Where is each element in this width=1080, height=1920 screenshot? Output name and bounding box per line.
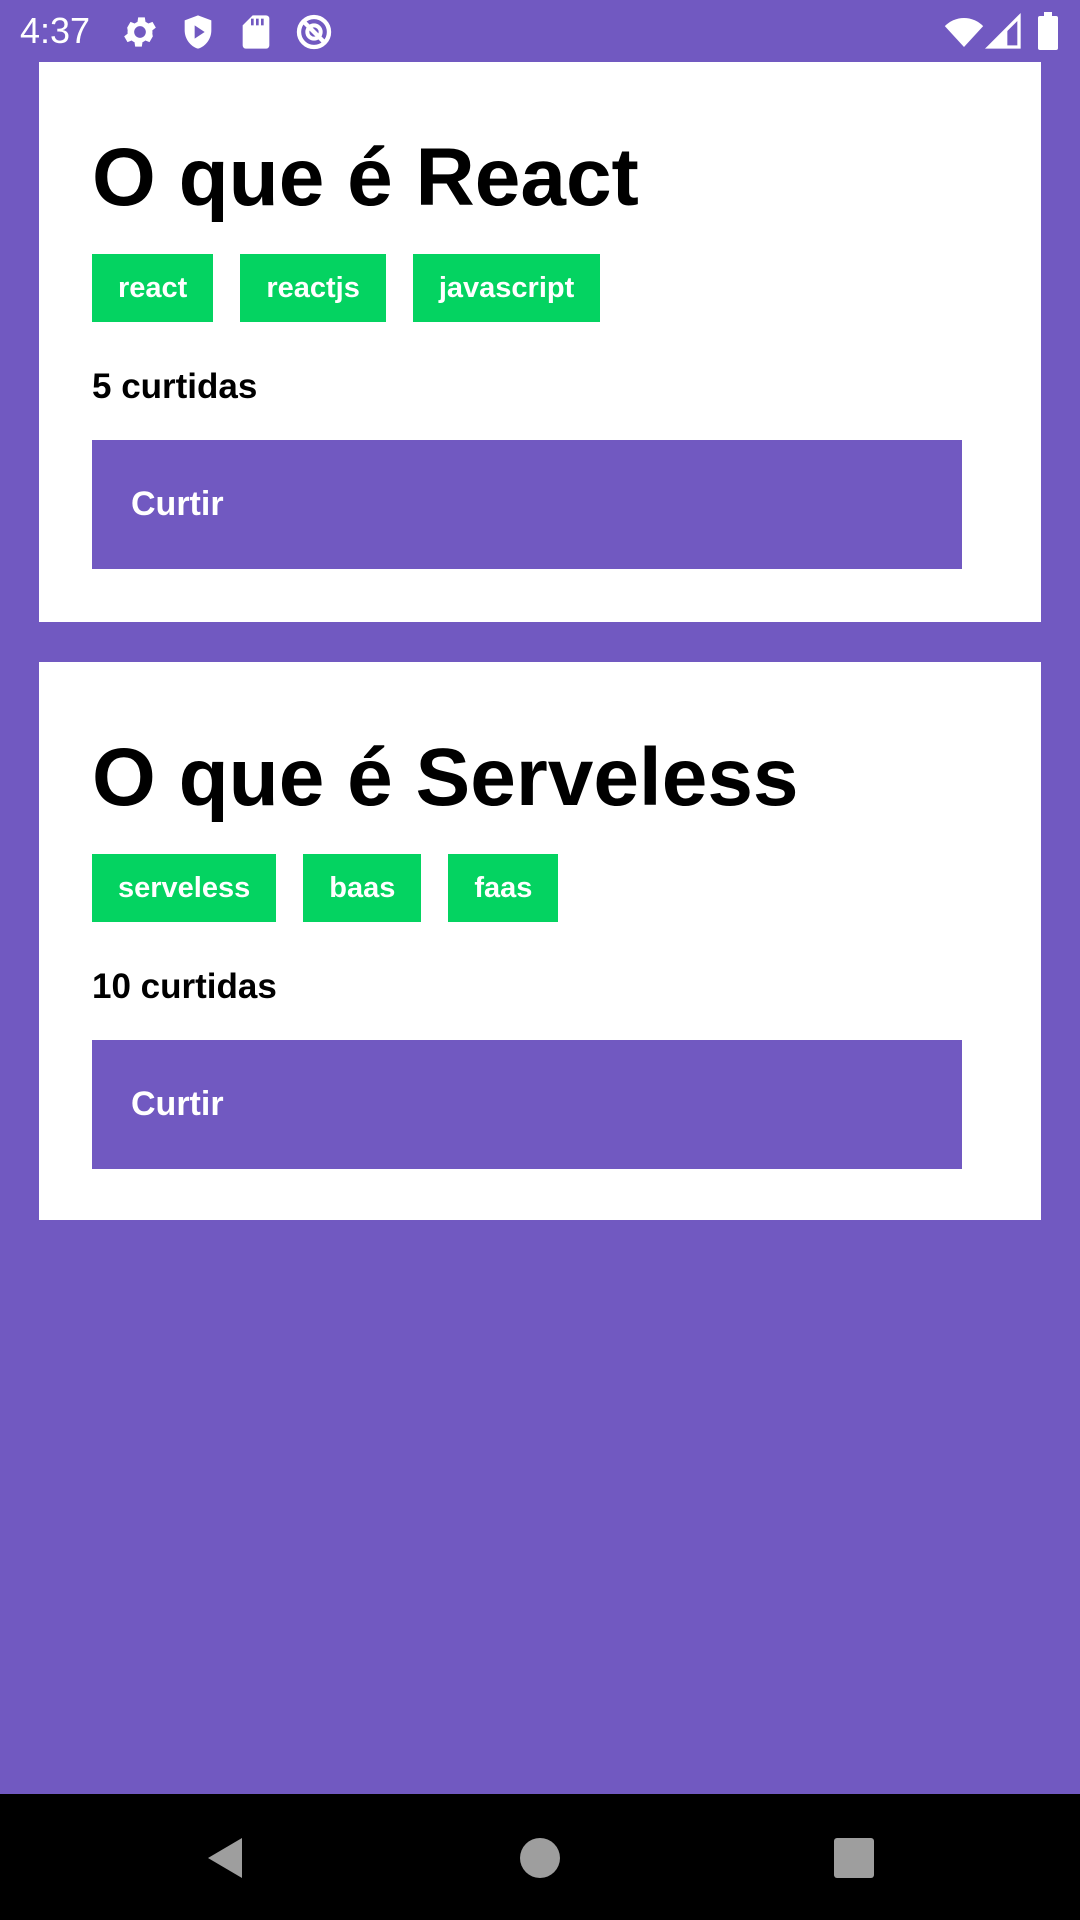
likes-count: 5 curtidas [92, 367, 258, 406]
repository-title: O que é Serveless [92, 732, 799, 823]
repository-card: O que é Serveless serveless baas faas 10… [39, 662, 1041, 1220]
tech-tag: baas [303, 854, 422, 922]
tech-tag: reactjs [240, 254, 386, 322]
repository-title: O que é React [92, 132, 639, 223]
wifi-icon [944, 12, 984, 52]
tech-tag: faas [448, 854, 559, 922]
navigation-bar [0, 1794, 1080, 1920]
likes-count: 10 curtidas [92, 967, 277, 1006]
recents-icon[interactable] [830, 1834, 878, 1882]
cell-signal-icon [984, 12, 1024, 52]
no-disturb-icon [294, 12, 334, 52]
like-button[interactable]: Curtir [92, 1040, 962, 1169]
back-icon[interactable] [202, 1834, 250, 1882]
tech-list: serveless baas faas [92, 854, 559, 922]
tech-tag: serveless [92, 854, 277, 922]
tech-tag: javascript [412, 254, 601, 322]
gear-icon [120, 12, 160, 52]
tech-list: react reactjs javascript [92, 254, 601, 322]
status-bar: 4:37 [0, 0, 1080, 62]
status-time: 4:37 [20, 10, 91, 51]
home-icon[interactable] [516, 1834, 564, 1882]
repository-card: O que é React react reactjs javascript 5… [39, 62, 1041, 622]
like-button[interactable]: Curtir [92, 440, 962, 569]
battery-icon [1030, 12, 1066, 52]
sd-card-icon [236, 12, 276, 52]
tech-tag: react [92, 254, 214, 322]
shield-play-icon [178, 12, 218, 52]
